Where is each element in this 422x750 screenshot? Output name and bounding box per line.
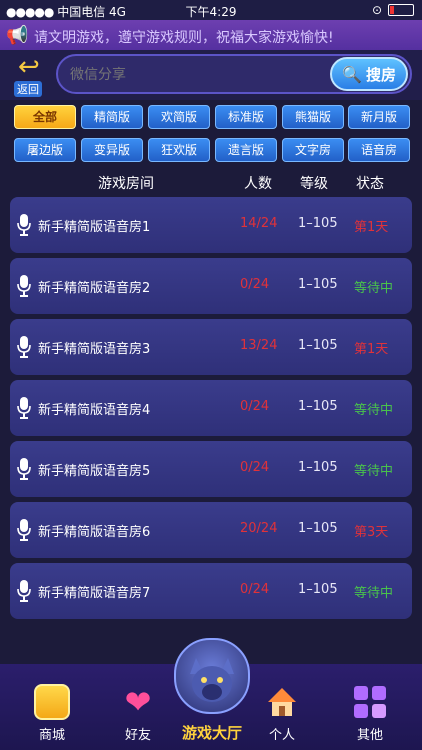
room-row[interactable]: 新手精简版语音房2 0/24 1–105 等待中 — [10, 258, 412, 314]
nav-profile[interactable]: 个人 — [252, 684, 312, 743]
nav-other-label: 其他 — [356, 728, 383, 743]
battery-icon — [388, 4, 414, 16]
nav-shop[interactable]: 商城 — [22, 684, 82, 743]
filter-chip[interactable]: 标准版 — [215, 105, 277, 129]
player-count: 14/24 — [240, 216, 278, 231]
announcement-bar: 📢 请文明游戏，遵守游戏规则，祝福大家游戏愉快! — [0, 20, 422, 51]
filter-chip[interactable]: 精简版 — [81, 105, 143, 129]
hearts-icon: ❤ — [124, 683, 152, 721]
nav-friends-label: 好友 — [124, 728, 151, 743]
column-status: 状态 — [356, 176, 384, 192]
filter-chip[interactable]: 全部 — [14, 105, 76, 129]
filter-chip[interactable]: 狂欢版 — [148, 138, 210, 162]
filter-chip[interactable]: 变异版 — [81, 138, 143, 162]
nav-lobby[interactable]: 游戏大厅 — [168, 638, 256, 750]
search-button-label: 搜房 — [365, 65, 396, 84]
header: ↩ 返回 🔍 搜房 — [0, 50, 422, 100]
microphone-icon — [17, 275, 31, 297]
back-button[interactable]: ↩ 返回 — [12, 52, 52, 97]
room-name: 新手精简版语音房3 — [38, 342, 151, 357]
room-name: 新手精简版语音房2 — [38, 281, 151, 296]
room-status: 等待中 — [354, 403, 394, 418]
level-range: 1–105 — [298, 338, 338, 353]
room-row[interactable]: 新手精简版语音房6 20/24 1–105 第3天 — [10, 502, 412, 558]
microphone-icon — [17, 519, 31, 541]
level-range: 1–105 — [298, 216, 338, 231]
filter-chip[interactable]: 熊猫版 — [282, 105, 344, 129]
room-row[interactable]: 新手精简版语音房3 13/24 1–105 第1天 — [10, 319, 412, 375]
filter-chip[interactable]: 语音房 — [348, 138, 410, 162]
status-bar: ●●●●● 中国电信 4G 下午4:29 ⊙ — [0, 0, 422, 20]
table-header: 游戏房间 人数 等级 状态 — [0, 170, 422, 194]
column-room: 游戏房间 — [98, 176, 154, 192]
clock: 下午4:29 — [185, 5, 237, 19]
player-count: 0/24 — [240, 399, 270, 414]
room-row[interactable]: 新手精简版语音房5 0/24 1–105 等待中 — [10, 441, 412, 497]
room-status: 第1天 — [354, 342, 389, 357]
microphone-icon — [17, 336, 31, 358]
status-icons: ⊙ — [372, 3, 414, 17]
level-range: 1–105 — [298, 460, 338, 475]
microphone-icon — [17, 214, 31, 236]
announcement-text: 请文明游戏，遵守游戏规则，祝福大家游戏愉快! — [34, 30, 334, 46]
room-status: 第1天 — [354, 220, 389, 235]
megaphone-icon: 📢 — [6, 25, 29, 46]
filter-chips: 全部 精简版 欢简版 标准版 熊猫版 新月版屠边版 变异版 狂欢版 遗言版 文字房 语音房 — [0, 100, 422, 168]
player-count: 0/24 — [240, 277, 270, 292]
nav-friends[interactable]: ❤ 好友 — [108, 684, 168, 743]
room-name: 新手精简版语音房4 — [38, 403, 151, 418]
wolf-head-icon — [190, 658, 234, 702]
back-label: 返回 — [14, 81, 42, 97]
bottom-nav: 商城 ❤ 好友 游戏大厅 个人 其他 — [0, 638, 422, 750]
filter-chip[interactable]: 文字房 — [282, 138, 344, 162]
level-range: 1–105 — [298, 582, 338, 597]
room-row[interactable]: 新手精简版语音房4 0/24 1–105 等待中 — [10, 380, 412, 436]
microphone-icon — [17, 580, 31, 602]
room-name: 新手精简版语音房7 — [38, 586, 151, 601]
filter-chip[interactable]: 屠边版 — [14, 138, 76, 162]
column-level: 等级 — [300, 176, 328, 192]
room-status: 第3天 — [354, 525, 389, 540]
room-status: 等待中 — [354, 586, 394, 601]
room-name: 新手精简版语音房6 — [38, 525, 151, 540]
microphone-icon — [17, 397, 31, 419]
room-status: 等待中 — [354, 464, 394, 479]
room-row[interactable]: 新手精简版语音房7 0/24 1–105 等待中 — [10, 563, 412, 619]
nav-lobby-label: 游戏大厅 — [181, 724, 242, 742]
search-icon: 🔍 — [342, 64, 362, 84]
room-name: 新手精简版语音房1 — [38, 220, 151, 235]
level-range: 1–105 — [298, 277, 338, 292]
house-icon — [264, 684, 300, 720]
nav-shop-label: 商城 — [38, 728, 65, 743]
player-count: 0/24 — [240, 582, 270, 597]
nav-other[interactable]: 其他 — [340, 684, 400, 743]
filter-chip[interactable]: 欢简版 — [148, 105, 210, 129]
wolf-avatar-icon — [174, 638, 250, 714]
room-name: 新手精简版语音房5 — [38, 464, 151, 479]
level-range: 1–105 — [298, 399, 338, 414]
lock-rotation-icon: ⊙ — [371, 3, 382, 17]
search-button[interactable]: 🔍 搜房 — [330, 57, 408, 91]
player-count: 20/24 — [240, 521, 278, 536]
back-arrow-icon: ↩ — [18, 52, 40, 82]
player-count: 0/24 — [240, 460, 270, 475]
search-input[interactable] — [68, 62, 322, 88]
grid-apps-icon — [352, 684, 388, 720]
player-count: 13/24 — [240, 338, 278, 353]
room-row[interactable]: 新手精简版语音房1 14/24 1–105 第1天 — [10, 197, 412, 253]
filter-chip[interactable]: 新月版 — [348, 105, 410, 129]
search-bar: 🔍 搜房 — [56, 54, 412, 94]
room-status: 等待中 — [354, 281, 394, 296]
microphone-icon — [17, 458, 31, 480]
filter-chip[interactable]: 遗言版 — [215, 138, 277, 162]
level-range: 1–105 — [298, 521, 338, 536]
column-players: 人数 — [244, 176, 272, 192]
shopping-bag-icon — [34, 684, 70, 720]
nav-profile-label: 个人 — [268, 728, 295, 743]
